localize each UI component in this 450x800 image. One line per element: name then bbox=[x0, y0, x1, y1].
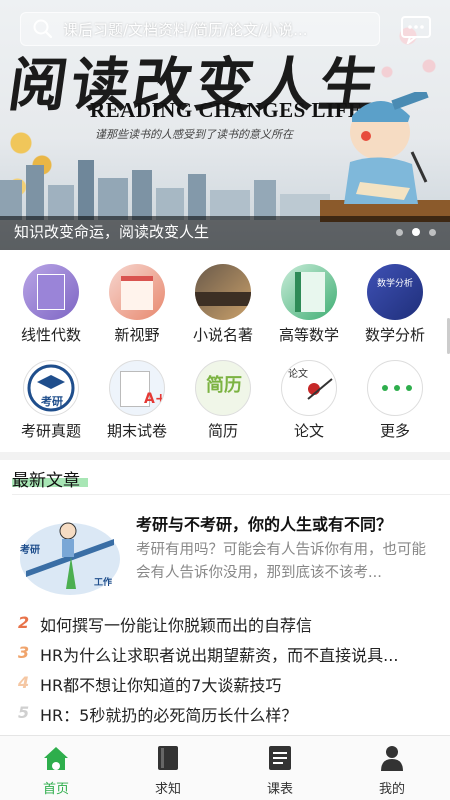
banner-subtitle: 谨那些读书的人感受到了读书的意义所在 bbox=[95, 128, 293, 141]
category-final-exam[interactable]: A+ 期末试卷 bbox=[92, 354, 182, 444]
category-new-horizon[interactable]: 新视野 bbox=[92, 258, 182, 348]
list-rank: 4 bbox=[18, 673, 30, 692]
message-icon[interactable] bbox=[400, 14, 432, 44]
category-label: 期末试卷 bbox=[106, 422, 167, 440]
category-thesis[interactable]: 论文 论文 bbox=[264, 354, 354, 444]
category-kaoyan[interactable]: 考研 考研真题 bbox=[6, 354, 96, 444]
new-horizon-icon bbox=[109, 264, 165, 320]
tab-schedule[interactable]: 课表 bbox=[224, 736, 336, 800]
advanced-math-icon bbox=[281, 264, 337, 320]
tab-knowledge[interactable]: 求知 bbox=[112, 736, 224, 800]
kaoyan-badge: 考研 bbox=[41, 395, 63, 408]
profile-icon bbox=[381, 746, 403, 771]
category-label: 论文 bbox=[293, 422, 324, 440]
carousel-dot-active[interactable] bbox=[412, 228, 420, 236]
category-label: 高等数学 bbox=[278, 326, 339, 344]
thumb-label-right: 工作 bbox=[94, 578, 113, 588]
search-placeholder: 课后习题/文档资料/简历/论文/小说... bbox=[63, 20, 308, 39]
carousel-dots bbox=[396, 228, 436, 236]
resume-icon: 简历 bbox=[195, 360, 251, 416]
list-rank: 2 bbox=[18, 613, 30, 632]
linear-algebra-icon bbox=[23, 264, 79, 320]
featured-article[interactable]: 考研 工作 考研与不考研，你的人生或有不同？ 考研有用吗？可能会有人告诉你有用，… bbox=[0, 505, 450, 605]
category-advanced-math[interactable]: 高等数学 bbox=[264, 258, 354, 348]
final-exam-icon: A+ bbox=[109, 360, 165, 416]
scholar-illustration bbox=[320, 92, 450, 222]
list-title: 如何撰写一份能让你脱颖而出的自荐信 bbox=[40, 616, 313, 635]
category-label: 更多 bbox=[379, 422, 410, 440]
math-analysis-badge: 数学分析 bbox=[376, 279, 413, 289]
category-more[interactable]: 更多 bbox=[350, 354, 440, 444]
category-label: 新视野 bbox=[114, 326, 160, 344]
tab-label: 求知 bbox=[154, 782, 181, 797]
list-item[interactable]: 4 HR都不想让你知道的7大谈薪技巧 bbox=[0, 670, 450, 700]
kaoyan-icon: 考研 bbox=[23, 360, 79, 416]
category-label: 数学分析 bbox=[364, 326, 425, 344]
category-math-analysis[interactable]: 数学分析 数学分析 bbox=[350, 258, 440, 348]
article-thumbnail: 考研 工作 bbox=[16, 509, 124, 599]
list-item[interactable]: 5 HR：5秒就扔的必死简历长什么样？ bbox=[0, 700, 450, 730]
tab-label: 首页 bbox=[42, 782, 69, 797]
bottom-tab-bar: 首页 求知 课表 我的 bbox=[0, 735, 450, 800]
math-analysis-icon: 数学分析 bbox=[367, 264, 423, 320]
home-icon bbox=[44, 747, 68, 770]
category-label: 简历 bbox=[207, 422, 238, 440]
book-icon bbox=[158, 746, 178, 770]
header-divider bbox=[12, 494, 450, 495]
carousel-dot[interactable] bbox=[429, 228, 436, 236]
thesis-icon: 论文 bbox=[281, 360, 337, 416]
list-rank: 5 bbox=[18, 703, 30, 722]
section-title: 最新文章 bbox=[12, 471, 80, 491]
category-label: 考研真题 bbox=[20, 422, 81, 440]
list-item[interactable]: 2 如何撰写一份能让你脱颖而出的自荐信 bbox=[0, 610, 450, 640]
carousel-dot[interactable] bbox=[396, 228, 403, 236]
resume-badge: 简历 bbox=[206, 375, 242, 396]
thumb-label-left: 考研 bbox=[20, 545, 40, 556]
search-icon bbox=[33, 19, 53, 39]
article-title: 考研与不考研，你的人生或有不同？ bbox=[136, 515, 393, 534]
tab-profile[interactable]: 我的 bbox=[336, 736, 448, 800]
category-label: 线性代数 bbox=[20, 326, 81, 344]
banner-caption: 知识改变命运，阅读改变人生 bbox=[14, 223, 210, 241]
tab-home[interactable]: 首页 bbox=[0, 736, 112, 800]
list-title: HR：5秒就扔的必死简历长什么样？ bbox=[40, 706, 298, 725]
more-icon bbox=[367, 360, 423, 416]
section-divider bbox=[0, 452, 450, 460]
list-title: HR为什么让求职者说出期望薪资，而不直接说具... bbox=[40, 646, 399, 665]
search-bar[interactable]: 课后习题/文档资料/简历/论文/小说... bbox=[20, 12, 380, 46]
novel-icon bbox=[195, 264, 251, 320]
latest-articles-header: 最新文章 bbox=[0, 462, 450, 492]
category-resume[interactable]: 简历 简历 bbox=[178, 354, 268, 444]
category-novel[interactable]: 小说名著 bbox=[178, 258, 268, 348]
list-item[interactable]: 3 HR为什么让求职者说出期望薪资，而不直接说具... bbox=[0, 640, 450, 670]
category-label: 小说名著 bbox=[192, 326, 253, 344]
list-title: HR都不想让你知道的7大谈薪技巧 bbox=[40, 676, 282, 695]
tab-label: 我的 bbox=[378, 782, 405, 797]
category-linear-algebra[interactable]: 线性代数 bbox=[6, 258, 96, 348]
schedule-icon bbox=[269, 746, 291, 770]
city-skyline-illustration bbox=[0, 160, 330, 220]
article-summary: 考研有用吗？可能会有人告诉你有用，也可能会有人告诉你没用，那到底该不该考... bbox=[136, 542, 426, 581]
list-rank: 3 bbox=[18, 643, 30, 662]
tab-label: 课表 bbox=[266, 782, 293, 797]
